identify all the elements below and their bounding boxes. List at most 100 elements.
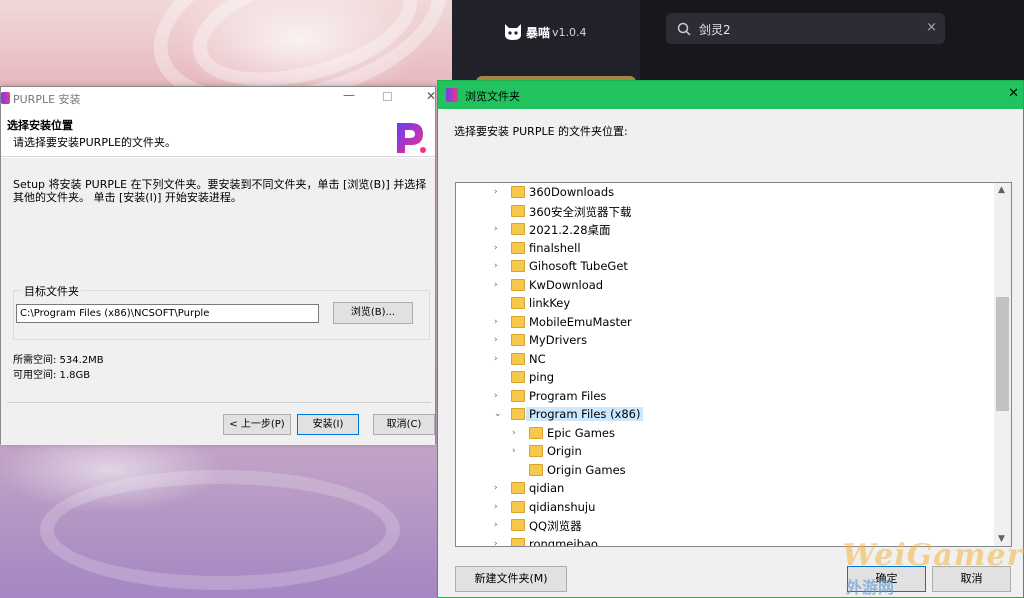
folder-icon <box>511 278 525 291</box>
chevron-right-icon[interactable]: › <box>494 538 504 547</box>
folder-icon <box>511 389 525 402</box>
install-description: Setup 将安装 PURPLE 在下列文件夹。要安装到不同文件夹，单击 [浏览… <box>13 178 427 204</box>
tree-item[interactable]: ping <box>456 368 996 387</box>
tree-item[interactable]: › Gihosoft TubeGet <box>456 257 996 276</box>
folder-icon <box>511 297 525 309</box>
chevron-right-icon[interactable]: › <box>494 334 504 346</box>
close-button[interactable]: ✕ <box>1008 86 1019 101</box>
tree-item[interactable]: › NC <box>456 350 996 369</box>
chevron-right-icon[interactable]: › <box>494 242 504 254</box>
maximize-button[interactable] <box>383 92 392 101</box>
tree-item-label: rongmeibao <box>529 536 598 547</box>
chevron-right-icon[interactable]: › <box>494 482 504 494</box>
scrollbar-thumb[interactable] <box>996 297 1009 411</box>
page-subtitle: 请选择要安装PURPLE的文件夹。 <box>13 136 177 149</box>
folder-icon <box>511 500 525 513</box>
chevron-right-icon[interactable]: › <box>512 427 522 439</box>
tree-item[interactable]: › QQ浏览器 <box>456 516 996 535</box>
scroll-up-icon[interactable]: ▲ <box>998 185 1005 195</box>
tree-item[interactable]: linkKey <box>456 294 996 313</box>
browse-folder-dialog: 浏览文件夹 ✕ 选择要安装 PURPLE 的文件夹位置: › 360Downloa… <box>437 80 1024 598</box>
clear-search-icon[interactable]: × <box>926 20 937 35</box>
chevron-right-icon[interactable]: › <box>494 186 504 198</box>
cancel-button[interactable]: 取消(C) <box>373 414 435 435</box>
chevron-right-icon[interactable]: › <box>494 501 504 513</box>
tree-item[interactable]: › Origin <box>456 442 996 461</box>
installer-body: Setup 将安装 PURPLE 在下列文件夹。要安装到不同文件夹，单击 [浏览… <box>1 158 435 445</box>
tree-item[interactable]: › qidianshuju <box>456 498 996 517</box>
chevron-down-icon[interactable]: ⌄ <box>494 408 504 420</box>
folder-icon <box>511 204 525 217</box>
folder-icon <box>511 315 525 328</box>
purple-app-icon <box>1 92 10 104</box>
installer-dialog: PURPLE 安装 — ✕ 选择安装位置 请选择要安装PURPLE的文件夹。 S… <box>0 86 436 445</box>
folder-tree-list: › 360Downloads 360安全浏览器下载 › 2021.2.28桌面 › fina… <box>456 183 996 547</box>
tree-item[interactable]: › finalshell <box>456 239 996 258</box>
tree-item-label: Epic Games <box>547 425 615 440</box>
tree-item-label: MyDrivers <box>529 333 588 347</box>
tree-item[interactable]: 360安全浏览器下载 <box>456 202 996 221</box>
chevron-right-icon[interactable]: › <box>494 316 504 328</box>
chevron-right-icon <box>494 371 504 383</box>
folder-icon <box>511 334 525 346</box>
folder-icon <box>511 371 525 383</box>
wallpaper-swirl <box>40 470 400 590</box>
tree-item[interactable]: › KwDownload <box>456 276 996 295</box>
back-button[interactable]: < 上一步(P) <box>223 414 291 435</box>
folder-icon <box>511 241 525 254</box>
tree-item-label: Program Files (x86) <box>526 407 644 421</box>
folder-icon <box>511 482 525 494</box>
folder-tree[interactable]: › 360Downloads 360安全浏览器下载 › 2021.2.28桌面 › fina… <box>455 182 1012 547</box>
folder-icon <box>511 408 525 420</box>
tree-item-label: qidianshuju <box>529 499 596 514</box>
tree-item-label: 2021.2.28桌面 <box>529 223 611 237</box>
folder-icon <box>511 260 525 272</box>
space-available: 可用空间: 1.8GB <box>13 370 91 381</box>
tree-item[interactable]: › MobileEmuMaster <box>456 313 996 332</box>
browse-title: 浏览文件夹 <box>465 90 520 103</box>
launcher-brand: 暴喵 <box>526 26 551 40</box>
tree-item-label: KwDownload <box>529 277 604 292</box>
folder-icon <box>529 445 543 457</box>
chevron-right-icon[interactable]: › <box>512 445 522 457</box>
tree-item[interactable]: › MyDrivers <box>456 331 996 350</box>
cancel-button[interactable]: 取消 <box>932 566 1011 592</box>
chevron-right-icon[interactable]: › <box>494 390 504 402</box>
chevron-right-icon[interactable]: › <box>494 223 504 235</box>
purple-app-icon <box>446 88 458 102</box>
tree-item[interactable]: › Program Files <box>456 387 996 406</box>
chevron-right-icon[interactable]: › <box>494 279 504 291</box>
tree-item[interactable]: › rongmeibao <box>456 535 996 547</box>
install-path-field[interactable] <box>16 304 319 323</box>
close-button[interactable]: ✕ <box>426 89 436 103</box>
browse-titlebar[interactable]: 浏览文件夹 ✕ <box>438 81 1023 109</box>
tree-item-label: ping <box>529 370 555 384</box>
minimize-button[interactable]: — <box>343 88 355 102</box>
launcher-search-input[interactable]: 剑灵2 × <box>666 13 945 44</box>
tree-item[interactable]: › 2021.2.28桌面 <box>456 220 996 239</box>
new-folder-button[interactable]: 新建文件夹(M) <box>455 566 567 592</box>
folder-icon <box>511 519 525 531</box>
tree-item-label: Origin <box>547 444 582 458</box>
ok-button[interactable]: 确定 <box>847 566 926 592</box>
tree-item[interactable]: ⌄ Program Files (x86) <box>456 405 996 424</box>
search-value: 剑灵2 <box>699 23 731 37</box>
installer-titlebar[interactable]: PURPLE 安装 — ✕ <box>1 87 436 109</box>
tree-item-label: Gihosoft TubeGet <box>529 259 628 273</box>
tree-item[interactable]: › Epic Games <box>456 424 996 443</box>
tree-scrollbar[interactable]: ▲ ▼ <box>994 183 1011 546</box>
tree-item-label: NC <box>529 351 546 366</box>
game-launcher-window: 暴喵 v1.0.4 剑灵2 × <box>452 0 1024 88</box>
chevron-right-icon <box>494 297 504 309</box>
folder-icon <box>511 186 525 198</box>
tree-item[interactable]: Origin Games <box>456 461 996 480</box>
scroll-down-icon[interactable]: ▼ <box>998 534 1005 544</box>
install-button[interactable]: 安装(I) <box>297 414 359 435</box>
chevron-right-icon[interactable]: › <box>494 260 504 272</box>
tree-item[interactable]: › 360Downloads <box>456 183 996 202</box>
tree-item-label: linkKey <box>529 296 571 310</box>
chevron-right-icon[interactable]: › <box>494 353 504 365</box>
chevron-right-icon[interactable]: › <box>494 519 504 531</box>
browse-button[interactable]: 浏览(B)... <box>333 302 413 324</box>
tree-item[interactable]: › qidian <box>456 479 996 498</box>
